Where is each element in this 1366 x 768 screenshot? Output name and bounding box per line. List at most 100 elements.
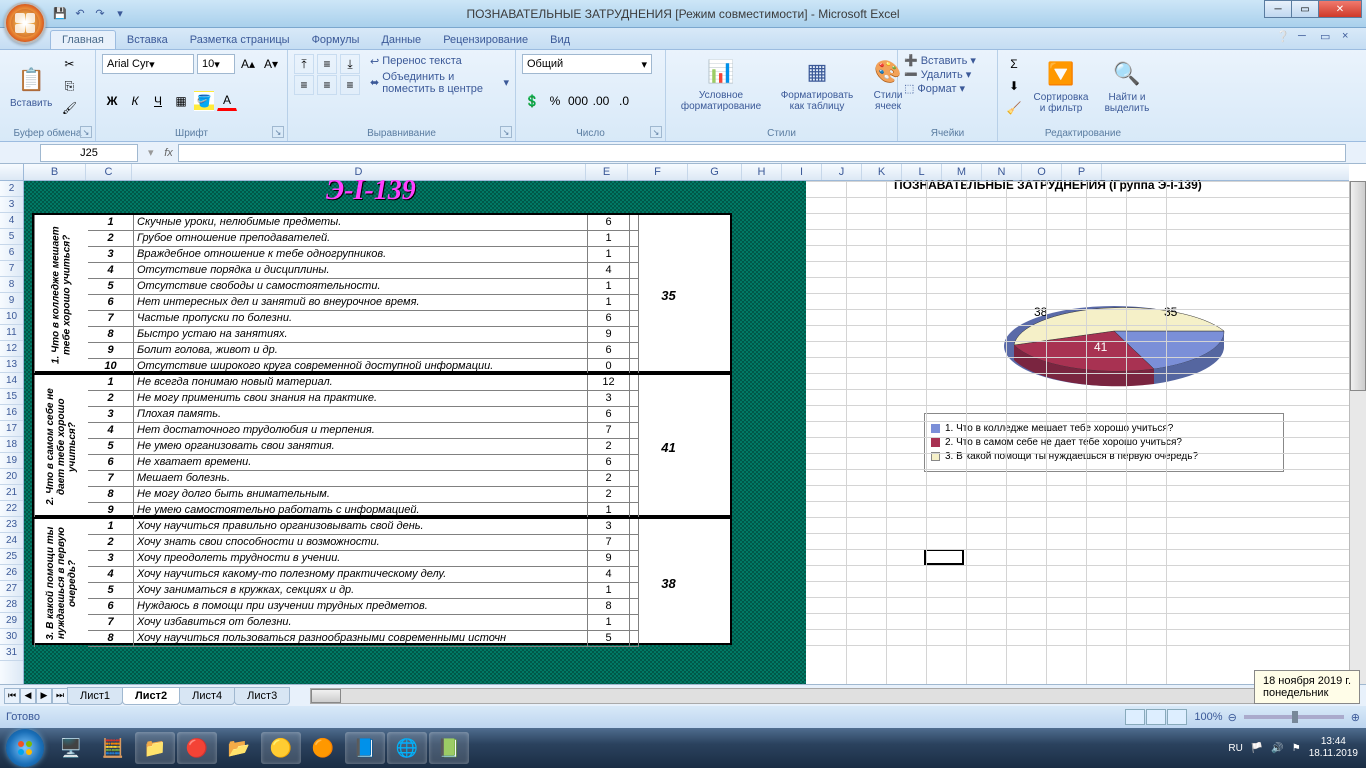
tab-insert[interactable]: Вставка bbox=[116, 31, 179, 49]
underline-button[interactable]: Ч bbox=[148, 91, 168, 111]
tray-flag-icon[interactable]: 🏳️ bbox=[1251, 743, 1263, 754]
conditional-formatting-button[interactable]: 📊Условное форматирование bbox=[672, 54, 770, 114]
tab-formulas[interactable]: Формулы bbox=[301, 31, 371, 49]
row-header[interactable]: 8 bbox=[0, 277, 23, 293]
row-header[interactable]: 23 bbox=[0, 517, 23, 533]
row-header[interactable]: 29 bbox=[0, 613, 23, 629]
active-cell[interactable] bbox=[924, 549, 964, 565]
formula-input[interactable] bbox=[178, 144, 1346, 162]
tab-data[interactable]: Данные bbox=[370, 31, 432, 49]
dialog-launcher-icon[interactable]: ↘ bbox=[272, 126, 284, 138]
save-icon[interactable]: 💾 bbox=[52, 6, 68, 22]
clear-icon[interactable]: 🧹 bbox=[1004, 98, 1024, 118]
vertical-scrollbar[interactable] bbox=[1349, 181, 1366, 707]
row-header[interactable]: 19 bbox=[0, 453, 23, 469]
format-as-table-button[interactable]: ▦Форматировать как таблицу bbox=[773, 54, 861, 114]
dialog-launcher-icon[interactable]: ↘ bbox=[500, 126, 512, 138]
horizontal-scrollbar[interactable] bbox=[310, 688, 1346, 704]
name-box[interactable]: J25 bbox=[40, 144, 138, 162]
row-header[interactable]: 18 bbox=[0, 437, 23, 453]
row-header[interactable]: 16 bbox=[0, 405, 23, 421]
row-header[interactable]: 7 bbox=[0, 261, 23, 277]
row-header[interactable]: 9 bbox=[0, 293, 23, 309]
column-header[interactable]: B bbox=[24, 164, 86, 180]
fill-icon[interactable]: ⬇ bbox=[1004, 76, 1024, 96]
sort-filter-button[interactable]: 🔽Сортировка и фильтр bbox=[1027, 56, 1095, 116]
redo-icon[interactable]: ↷ bbox=[92, 6, 108, 22]
zoom-level[interactable]: 100% bbox=[1194, 711, 1222, 723]
paste-button[interactable]: 📋Вставить bbox=[6, 62, 56, 111]
help-icon[interactable]: ❔ bbox=[1276, 30, 1290, 44]
office-button[interactable] bbox=[4, 2, 46, 44]
row-header[interactable]: 31 bbox=[0, 645, 23, 661]
number-format-combo[interactable]: Общий ▾ bbox=[522, 54, 652, 74]
row-header[interactable]: 10 bbox=[0, 309, 23, 325]
fill-color-icon[interactable]: 🪣 bbox=[194, 91, 214, 111]
copy-icon[interactable]: ⎘ bbox=[59, 76, 79, 96]
shrink-font-icon[interactable]: A▾ bbox=[261, 54, 281, 74]
font-color-icon[interactable]: A bbox=[217, 91, 237, 111]
close-workbook-icon[interactable]: × bbox=[1342, 30, 1356, 44]
taskbar-chrome-icon[interactable]: 🌐 bbox=[387, 732, 427, 764]
wrap-text-button[interactable]: ↩ Перенос текста bbox=[370, 55, 509, 68]
insert-cells-button[interactable]: ➕ Вставить ▾ bbox=[904, 54, 991, 67]
bold-button[interactable]: Ж bbox=[102, 91, 122, 111]
taskbar-opera-icon[interactable]: 🔴 bbox=[177, 732, 217, 764]
tab-last-icon[interactable]: ⏭ bbox=[52, 688, 68, 704]
row-header[interactable]: 5 bbox=[0, 229, 23, 245]
dialog-launcher-icon[interactable]: ↘ bbox=[80, 126, 92, 138]
row-header[interactable]: 13 bbox=[0, 357, 23, 373]
row-header[interactable]: 14 bbox=[0, 373, 23, 389]
column-header[interactable]: I bbox=[782, 164, 822, 180]
row-header[interactable]: 3 bbox=[0, 197, 23, 213]
tray-network-icon[interactable]: 🔊 bbox=[1271, 743, 1283, 754]
row-header[interactable]: 24 bbox=[0, 533, 23, 549]
delete-cells-button[interactable]: ➖ Удалить ▾ bbox=[904, 68, 991, 81]
tray-action-icon[interactable]: ⚑ bbox=[1292, 743, 1301, 754]
taskbar-word-icon[interactable]: 📘 bbox=[345, 732, 385, 764]
page-layout-view-icon[interactable] bbox=[1146, 709, 1166, 725]
dialog-launcher-icon[interactable]: ↘ bbox=[650, 126, 662, 138]
grow-font-icon[interactable]: A▴ bbox=[238, 54, 258, 74]
column-header[interactable]: H bbox=[742, 164, 782, 180]
tab-review[interactable]: Рецензирование bbox=[432, 31, 539, 49]
taskbar-excel-icon[interactable]: 📗 bbox=[429, 732, 469, 764]
border-icon[interactable]: ▦ bbox=[171, 91, 191, 111]
sheet-tab[interactable]: Лист3 bbox=[234, 687, 290, 705]
row-header[interactable]: 4 bbox=[0, 213, 23, 229]
zoom-out-button[interactable]: ⊖ bbox=[1228, 711, 1237, 724]
zoom-in-button[interactable]: ⊕ bbox=[1351, 711, 1360, 724]
normal-view-icon[interactable] bbox=[1125, 709, 1145, 725]
row-header[interactable]: 27 bbox=[0, 581, 23, 597]
tab-first-icon[interactable]: ⏮ bbox=[4, 688, 20, 704]
align-middle-icon[interactable]: ≡ bbox=[317, 54, 337, 74]
row-header[interactable]: 15 bbox=[0, 389, 23, 405]
sheet-tab[interactable]: Лист4 bbox=[179, 687, 235, 705]
format-painter-icon[interactable]: 🖌 bbox=[59, 98, 79, 118]
row-header[interactable]: 21 bbox=[0, 485, 23, 501]
close-button[interactable]: ✕ bbox=[1318, 0, 1362, 18]
language-indicator[interactable]: RU bbox=[1228, 743, 1242, 754]
tab-home[interactable]: Главная bbox=[50, 30, 116, 49]
taskbar-yandex-icon[interactable]: 🟡 bbox=[261, 732, 301, 764]
format-cells-button[interactable]: ⬚ Формат ▾ bbox=[904, 82, 991, 95]
row-header[interactable]: 6 bbox=[0, 245, 23, 261]
currency-icon[interactable]: 💲 bbox=[522, 91, 542, 111]
tab-view[interactable]: Вид bbox=[539, 31, 581, 49]
worksheet-grid[interactable]: BCDEFGHIJKLMNOP 234567891011121314151617… bbox=[0, 164, 1366, 724]
qat-dropdown-icon[interactable]: ▾ bbox=[112, 6, 128, 22]
column-header[interactable]: G bbox=[688, 164, 742, 180]
merge-center-button[interactable]: ⬌ Объединить и поместить в центре ▾ bbox=[370, 71, 509, 95]
cut-icon[interactable]: ✂ bbox=[59, 54, 79, 74]
find-select-button[interactable]: 🔍Найти и выделить bbox=[1098, 56, 1156, 116]
comma-icon[interactable]: 000 bbox=[568, 91, 588, 111]
tray-clock[interactable]: 13:44 18.11.2019 bbox=[1309, 736, 1358, 760]
font-name-combo[interactable]: Arial Cyr ▾ bbox=[102, 54, 194, 74]
row-header[interactable]: 11 bbox=[0, 325, 23, 341]
minimize-button[interactable]: ─ bbox=[1264, 0, 1292, 18]
taskbar-app-icon[interactable]: 🟠 bbox=[303, 732, 343, 764]
scrollbar-thumb[interactable] bbox=[311, 689, 341, 703]
tab-prev-icon[interactable]: ◀ bbox=[20, 688, 36, 704]
align-right-icon[interactable]: ≡ bbox=[340, 75, 360, 95]
row-header[interactable]: 12 bbox=[0, 341, 23, 357]
